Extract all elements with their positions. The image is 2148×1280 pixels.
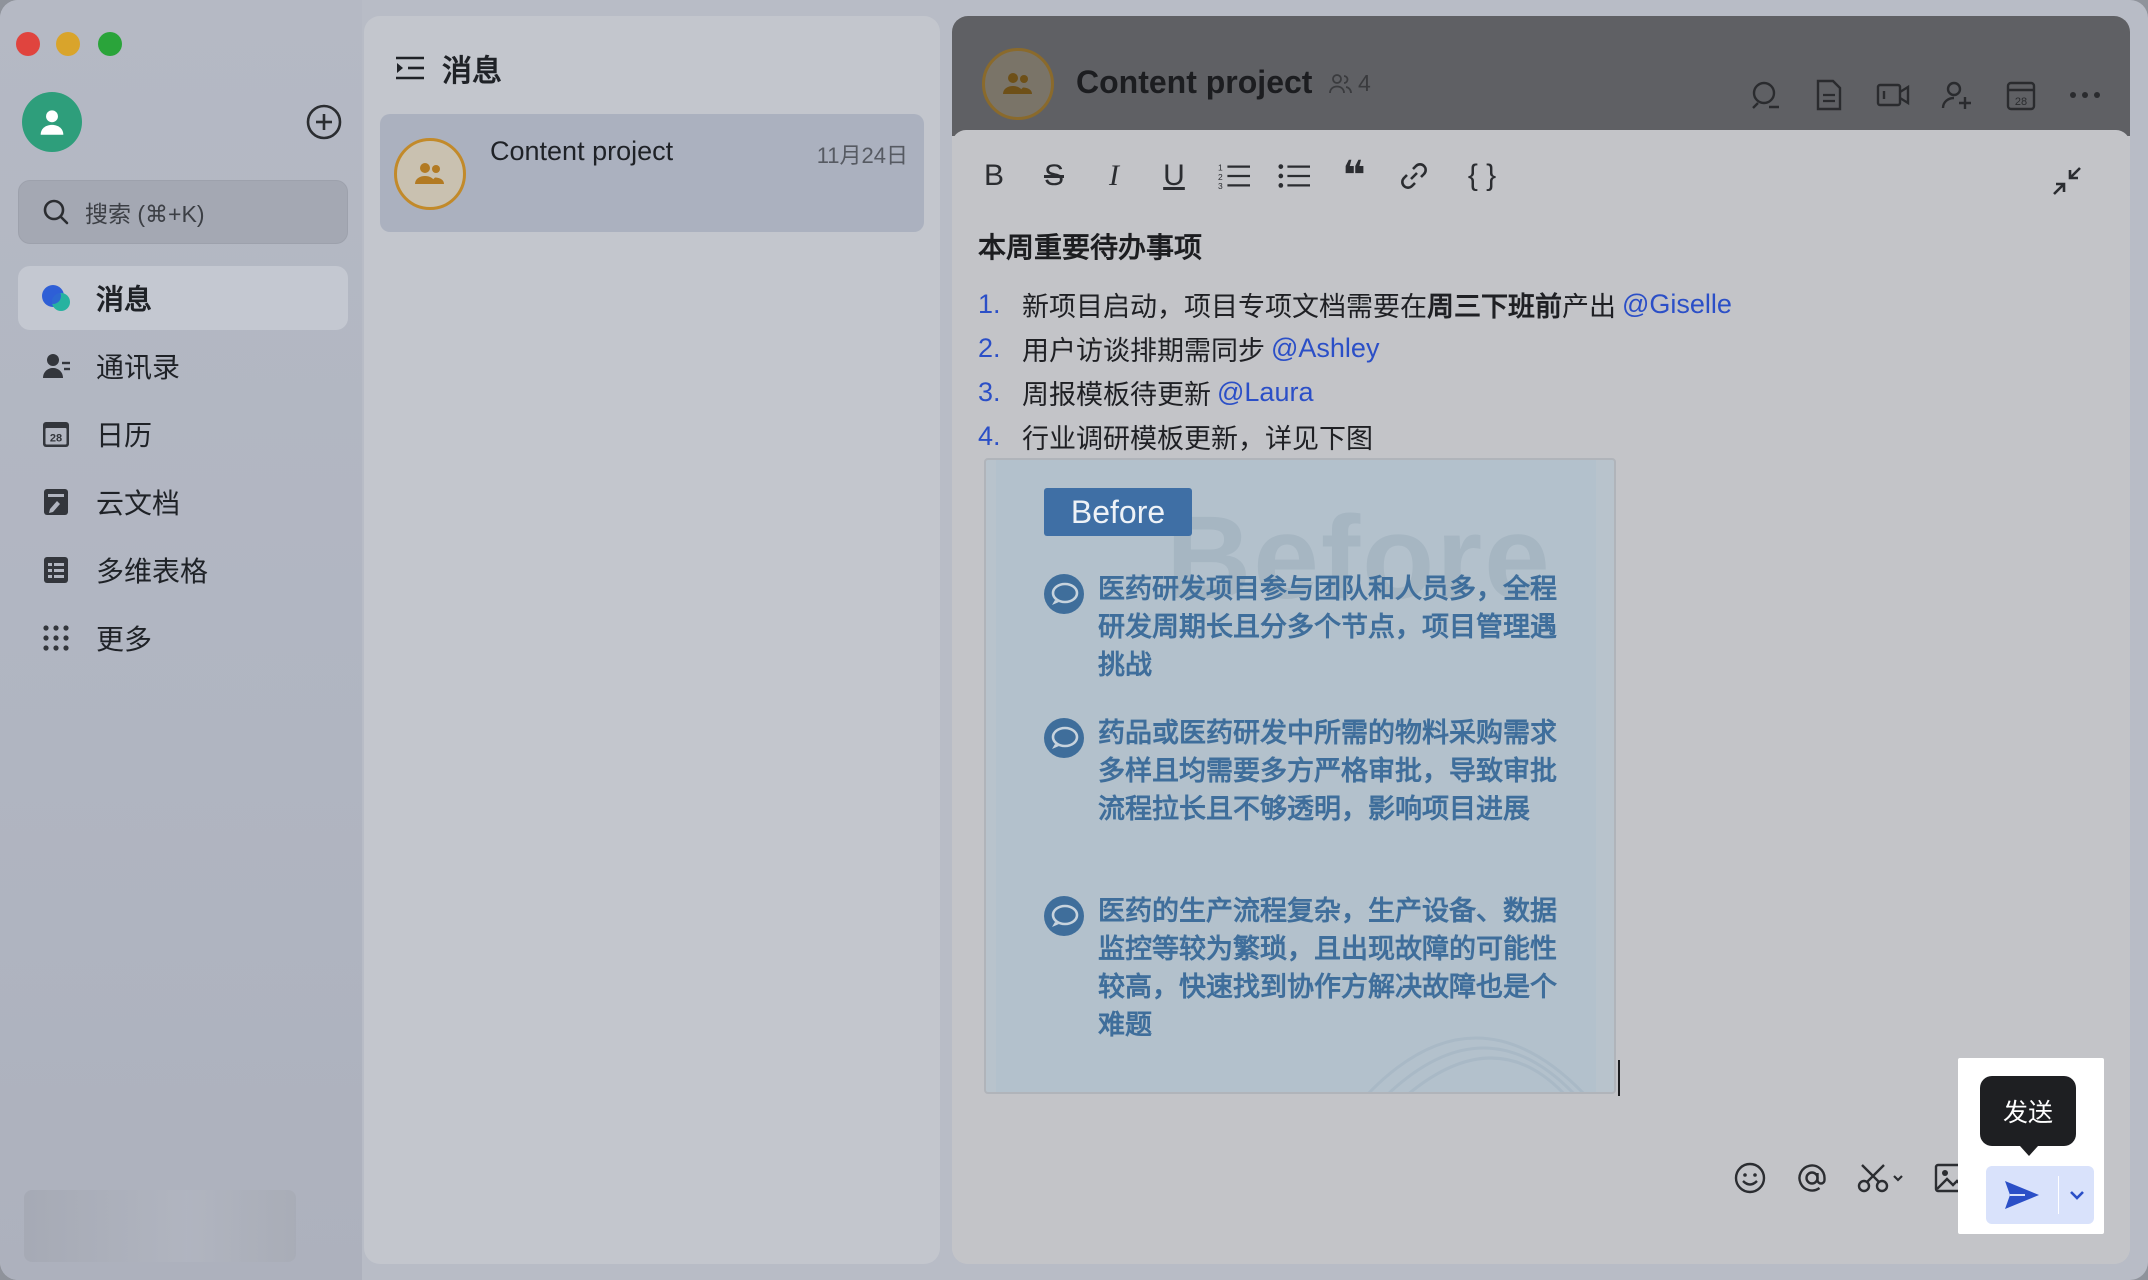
bold-button[interactable]: B	[978, 158, 1010, 194]
collapse-editor-icon[interactable]	[2050, 164, 2084, 198]
list-item: 2. 用户访谈排期需同步 @Ashley	[978, 332, 1380, 366]
link-icon	[1401, 163, 1427, 189]
group-icon	[1003, 73, 1032, 94]
search-box[interactable]: 搜索 (⌘+K)	[18, 180, 348, 244]
draft-title: 本周重要待办事项	[978, 232, 1203, 263]
message-editor[interactable]: B S I U 123 ❝ { } 本周重要待办事项 1. 新项目启动，项目专项…	[952, 130, 2130, 1264]
close-window-button[interactable]	[16, 32, 40, 56]
search-icon[interactable]	[1748, 78, 1782, 112]
more-grid-icon	[40, 622, 72, 654]
group-avatar	[394, 138, 466, 210]
sidebar-item-docs[interactable]: 云文档	[18, 470, 348, 534]
chat-list-item[interactable]: Content project 11月24日	[380, 114, 924, 232]
video-call-icon[interactable]	[1876, 78, 1910, 112]
mention[interactable]: @Laura	[1217, 377, 1313, 408]
search-icon	[43, 199, 69, 225]
more-icon[interactable]	[2068, 78, 2102, 112]
sidebar-item-label: 消息	[96, 284, 153, 315]
bullet-list-icon	[1278, 164, 1310, 188]
link-button[interactable]	[1398, 158, 1430, 194]
todo-list: 1. 新项目启动，项目专项文档需要在 周三下班前 产出 @Giselle 2. 用户访…	[978, 282, 1732, 458]
before-badge: Before	[1044, 488, 1192, 536]
underline-button[interactable]: U	[1158, 158, 1190, 194]
sidebar-item-more[interactable]: 更多	[18, 606, 348, 670]
image-bullet: 药品或医药研发中所需的物料采购需求多样且均需要多方严格审批，导致审批流程拉长且不…	[1042, 714, 1562, 828]
base-table-icon	[40, 554, 72, 586]
send-arrow-icon[interactable]	[1986, 1166, 2058, 1224]
embedded-image[interactable]: Before Before 医药研发项目参与团队和人员多，全程研发周期长且分多个…	[984, 458, 1616, 1094]
chat-name: Content project	[490, 136, 674, 166]
screenshot-scissors-icon[interactable]	[1856, 1160, 1906, 1196]
list-collapse-icon[interactable]	[394, 53, 426, 83]
minimize-window-button[interactable]	[56, 32, 80, 56]
sidebar-item-contacts[interactable]: 通讯录	[18, 334, 348, 398]
app-window: 搜索 (⌘+K) 消息 通讯录 28 日历 云文档 多维表格 更多 消息 Con…	[0, 0, 2148, 1280]
decorative-curves	[1367, 1036, 1585, 1092]
member-count-value: 4	[1358, 70, 1371, 96]
svg-text:28: 28	[50, 433, 62, 445]
bullet-list-button[interactable]	[1278, 158, 1310, 194]
chat-bubble-icon	[1044, 574, 1084, 614]
cloud-doc-icon	[40, 486, 72, 518]
member-count[interactable]: 4	[1328, 70, 1371, 97]
send-button[interactable]	[1986, 1166, 2094, 1224]
zoom-window-button[interactable]	[98, 32, 122, 56]
user-avatar[interactable]	[22, 92, 82, 152]
sidebar-item-label: 通讯录	[96, 352, 181, 383]
strikethrough-button[interactable]: S	[1038, 158, 1070, 194]
chat-bubble-icon	[1044, 718, 1084, 758]
blurred-profile-card[interactable]	[24, 1190, 296, 1262]
calendar-icon[interactable]: 28	[2004, 78, 2038, 112]
svg-text:28: 28	[2015, 96, 2027, 108]
at-mention-icon[interactable]	[1794, 1160, 1830, 1196]
calendar-icon: 28	[40, 418, 72, 450]
image-bullet: 医药研发项目参与团队和人员多，全程研发周期长且分多个节点，项目管理遇挑战	[1042, 570, 1562, 684]
send-tooltip: 发送	[1980, 1076, 2076, 1156]
conversation-title[interactable]: Content project	[1076, 64, 1312, 101]
chat-bubble-icon	[1044, 896, 1084, 936]
sidebar: 搜索 (⌘+K) 消息 通讯录 28 日历 云文档 多维表格 更多	[0, 0, 362, 1280]
composer-actions	[1732, 1160, 1968, 1196]
add-member-icon[interactable]	[1940, 78, 1974, 112]
italic-button[interactable]: I	[1098, 158, 1130, 194]
conversation-panel: Content project 4 28 B S I U 1 2 3 ❝ {}…	[952, 16, 2130, 1264]
text-caret	[1618, 1060, 1620, 1096]
list-item: 1. 新项目启动，项目专项文档需要在 周三下班前 产出 @Giselle	[978, 288, 1732, 322]
sidebar-item-base[interactable]: 多维表格	[18, 538, 348, 602]
members-icon	[1329, 73, 1352, 93]
list-item: 3. 周报模板待更新 @Laura	[978, 376, 1314, 410]
conversation-header: Content project 4 28	[952, 16, 2130, 136]
send-options-chevron-icon[interactable]	[2059, 1190, 2094, 1200]
sidebar-item-calendar[interactable]: 28 日历	[18, 402, 348, 466]
mention[interactable]: @Ashley	[1271, 333, 1379, 364]
document-icon[interactable]	[1812, 78, 1846, 112]
format-toolbar: B S I U 123 ❝ { }	[978, 154, 1506, 198]
chat-date: 11月24日	[816, 143, 908, 168]
sidebar-nav: 消息 通讯录 28 日历 云文档 多维表格 更多	[18, 266, 348, 674]
ordered-list-button[interactable]: 123	[1218, 158, 1250, 194]
group-icon	[415, 163, 444, 184]
group-avatar[interactable]	[982, 48, 1054, 120]
emoji-icon[interactable]	[1732, 1160, 1768, 1196]
ordered-list-icon: 123	[1218, 162, 1250, 191]
search-placeholder: 搜索 (⌘+K)	[85, 201, 205, 227]
mention[interactable]: @Giselle	[1622, 289, 1732, 320]
code-button[interactable]: { }	[1458, 158, 1506, 194]
chat-list-panel: 消息 Content project 11月24日	[364, 16, 940, 1264]
sidebar-item-label: 多维表格	[96, 556, 209, 587]
contacts-icon	[40, 350, 72, 382]
sidebar-item-label: 云文档	[96, 488, 181, 519]
plus-circle-icon[interactable]	[304, 102, 344, 142]
chat-bubbles-icon	[40, 282, 72, 314]
quote-button[interactable]: ❝	[1338, 154, 1370, 198]
sidebar-item-label: 日历	[96, 420, 153, 451]
svg-text:3: 3	[1218, 181, 1223, 191]
chat-list-title: 消息	[442, 55, 502, 88]
list-item: 4. 行业调研模板更新，详见下图	[978, 420, 1373, 454]
chat-list-header: 消息	[394, 46, 502, 90]
conversation-header-actions: 28	[1748, 78, 2102, 112]
sidebar-item-label: 更多	[96, 624, 153, 655]
user-icon	[40, 110, 64, 135]
sidebar-item-messages[interactable]: 消息	[18, 266, 348, 330]
